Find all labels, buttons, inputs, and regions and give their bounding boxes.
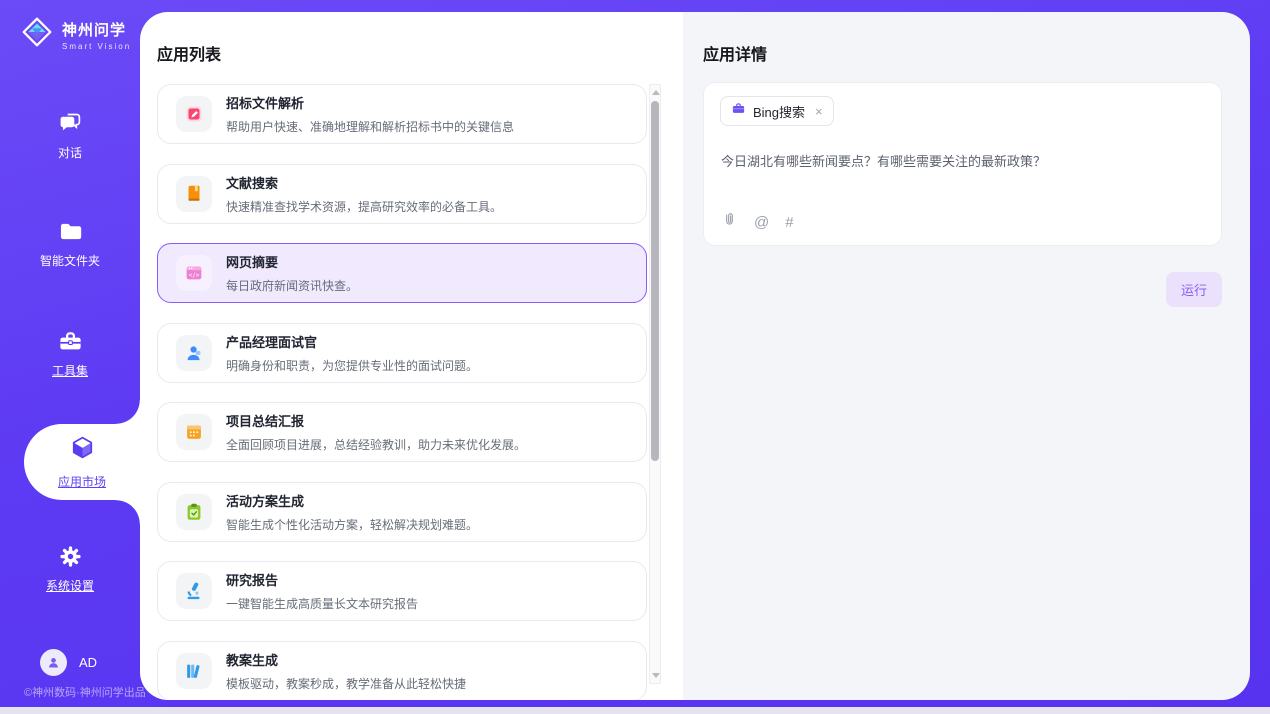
paperclip-icon[interactable]: [721, 211, 738, 233]
app-card-title: 招标文件解析: [226, 93, 514, 112]
gear-icon: [0, 543, 140, 570]
sidebar-item-toolset[interactable]: 工具集: [0, 328, 140, 379]
app-list-title: 应用列表: [157, 41, 221, 65]
browser-code-icon: </>: [176, 255, 212, 291]
scroll-down-icon[interactable]: [652, 673, 660, 678]
run-button[interactable]: 运行: [1166, 272, 1222, 307]
sidebar-item-label: 工具集: [0, 362, 140, 379]
app-card[interactable]: 项目总结汇报 全面回顾项目进展，总结经验教训，助力未来优化发展。: [157, 402, 647, 462]
scrollbar-thumb[interactable]: [651, 101, 659, 461]
folder-icon: [0, 218, 140, 245]
app-card-title: 项目总结汇报: [226, 411, 526, 430]
chat-icon: [0, 110, 140, 137]
tool-tag-bing-search[interactable]: Bing搜索 ×: [720, 96, 834, 126]
logo-title: 神州问学: [62, 19, 131, 40]
book-icon: [176, 176, 212, 212]
scrollbar[interactable]: [649, 84, 661, 684]
at-icon[interactable]: @: [754, 215, 769, 230]
app-card-subtitle: 帮助用户快速、准确地理解和解析招标书中的关键信息: [226, 118, 514, 135]
app-detail-title: 应用详情: [703, 41, 767, 65]
app-card[interactable]: 教案生成 模板驱动，教案秒成，教学准备从此轻松快捷: [157, 641, 647, 700]
sidebar-item-label: 系统设置: [0, 577, 140, 594]
app-card[interactable]: 招标文件解析 帮助用户快速、准确地理解和解析招标书中的关键信息: [157, 84, 647, 144]
app-card-subtitle: 明确身份和职责，为您提供专业性的面试问题。: [226, 357, 478, 374]
tab-curve-bottom: [116, 500, 140, 524]
app-detail-panel: 应用详情 Bing搜索 × 今日湖北有哪些新闻要点？有哪些需要关注的最新政策？: [683, 12, 1250, 700]
toolbox-icon: [0, 328, 140, 355]
microscope-icon: [176, 573, 212, 609]
logo-subtitle: Smart Vision: [62, 42, 131, 51]
svg-text:</>: </>: [189, 272, 200, 279]
prompt-card: Bing搜索 × 今日湖北有哪些新闻要点？有哪些需要关注的最新政策？ @ #: [703, 82, 1222, 246]
edit-doc-icon: [176, 96, 212, 132]
app-card-title: 文献搜索: [226, 173, 502, 192]
close-icon[interactable]: ×: [815, 104, 823, 119]
app-card-subtitle: 智能生成个性化活动方案，轻松解决规划难题。: [226, 516, 478, 533]
sidebar-item-label: 智能文件夹: [0, 252, 140, 269]
tab-curve-top: [116, 400, 140, 424]
calendar-icon: [176, 414, 212, 450]
app-card-title: 活动方案生成: [226, 491, 478, 510]
app-list-panel: 应用列表 招标文件解析 帮助用户快速、准确地理解和解析招标书中的关键信息 文献搜…: [140, 12, 683, 700]
app-card-title: 产品经理面试官: [226, 332, 478, 351]
tool-tag-label: Bing搜索: [753, 102, 805, 121]
logo-diamond-icon: [18, 13, 56, 56]
clipboard-icon: [176, 494, 212, 530]
app-card[interactable]: 产品经理面试官 明确身份和职责，为您提供专业性的面试问题。: [157, 323, 647, 383]
sidebar-item-app-market[interactable]: 应用市场: [24, 424, 140, 500]
avatar: [40, 649, 67, 676]
prompt-input[interactable]: 今日湖北有哪些新闻要点？有哪些需要关注的最新政策？: [721, 152, 1201, 172]
app-card-title: 研究报告: [226, 570, 418, 589]
briefcase-icon: [731, 101, 746, 121]
main-content: 应用列表 招标文件解析 帮助用户快速、准确地理解和解析招标书中的关键信息 文献搜…: [140, 12, 1250, 700]
sidebar-item-settings[interactable]: 系统设置: [0, 543, 140, 594]
app-card-subtitle: 模板驱动，教案秒成，教学准备从此轻松快捷: [226, 675, 466, 692]
attachment-toolbar: @ #: [721, 211, 794, 233]
app-card-subtitle: 每日政府新闻资讯快查。: [226, 277, 358, 294]
app-logo: 神州问学 Smart Vision: [18, 13, 131, 56]
sidebar-item-label: 对话: [0, 144, 140, 161]
app-card-subtitle: 快速精准查找学术资源，提高研究效率的必备工具。: [226, 198, 502, 215]
app-card-title: 网页摘要: [226, 252, 358, 271]
sidebar-item-chat[interactable]: 对话: [0, 110, 140, 161]
copyright-footer: ©神州数码·神州问学出品: [24, 684, 146, 700]
app-card[interactable]: 研究报告 一键智能生成高质量长文本研究报告: [157, 561, 647, 621]
cube-icon: [24, 434, 140, 466]
app-card[interactable]: 文献搜索 快速精准查找学术资源，提高研究效率的必备工具。: [157, 164, 647, 224]
app-card[interactable]: 活动方案生成 智能生成个性化活动方案，轻松解决规划难题。: [157, 482, 647, 542]
app-card-subtitle: 全面回顾项目进展，总结经验教训，助力未来优化发展。: [226, 436, 526, 453]
sidebar-item-smart-folders[interactable]: 智能文件夹: [0, 218, 140, 269]
app-card-title: 教案生成: [226, 650, 466, 669]
user-name: AD: [79, 655, 97, 670]
sidebar: 神州问学 Smart Vision 对话 智能文件夹: [0, 0, 140, 707]
app-card-subtitle: 一键智能生成高质量长文本研究报告: [226, 595, 418, 612]
scroll-up-icon[interactable]: [652, 90, 660, 95]
books-icon: [176, 653, 212, 689]
sidebar-item-label: 应用市场: [24, 473, 140, 490]
interviewer-icon: [176, 335, 212, 371]
app-card[interactable]: </> 网页摘要 每日政府新闻资讯快查。: [157, 243, 647, 303]
hash-icon[interactable]: #: [785, 215, 793, 230]
user-account[interactable]: AD: [40, 649, 97, 676]
